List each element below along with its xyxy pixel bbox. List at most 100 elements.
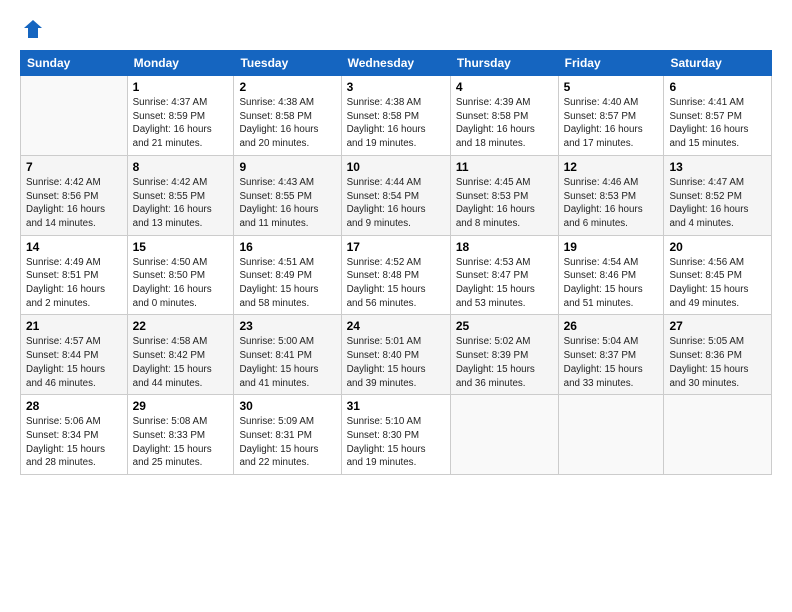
calendar-cell: 28 Sunrise: 5:06 AM Sunset: 8:34 PM Dayli… (21, 395, 128, 475)
calendar-cell: 19 Sunrise: 4:54 AM Sunset: 8:46 PM Dayli… (558, 235, 664, 315)
calendar-cell: 3 Sunrise: 4:38 AM Sunset: 8:58 PM Daylig… (341, 76, 450, 156)
calendar-week-row: 1 Sunrise: 4:37 AM Sunset: 8:59 PM Daylig… (21, 76, 772, 156)
calendar-cell (21, 76, 128, 156)
calendar-cell: 7 Sunrise: 4:42 AM Sunset: 8:56 PM Daylig… (21, 155, 128, 235)
day-number: 18 (456, 240, 553, 254)
calendar-cell: 23 Sunrise: 5:00 AM Sunset: 8:41 PM Dayli… (234, 315, 341, 395)
calendar-cell: 8 Sunrise: 4:42 AM Sunset: 8:55 PM Daylig… (127, 155, 234, 235)
day-number: 20 (669, 240, 766, 254)
cell-details: Sunrise: 4:54 AM Sunset: 8:46 PM Dayligh… (564, 256, 659, 311)
day-number: 15 (133, 240, 229, 254)
day-number: 6 (669, 80, 766, 94)
cell-details: Sunrise: 5:02 AM Sunset: 8:39 PM Dayligh… (456, 335, 553, 390)
cell-details: Sunrise: 5:09 AM Sunset: 8:31 PM Dayligh… (239, 415, 335, 470)
calendar-cell: 1 Sunrise: 4:37 AM Sunset: 8:59 PM Daylig… (127, 76, 234, 156)
day-number: 7 (26, 160, 122, 174)
day-header-friday: Friday (558, 51, 664, 76)
cell-details: Sunrise: 5:01 AM Sunset: 8:40 PM Dayligh… (347, 335, 445, 390)
calendar-cell: 26 Sunrise: 5:04 AM Sunset: 8:37 PM Dayli… (558, 315, 664, 395)
day-number: 4 (456, 80, 553, 94)
calendar-week-row: 21 Sunrise: 4:57 AM Sunset: 8:44 PM Dayli… (21, 315, 772, 395)
day-number: 26 (564, 319, 659, 333)
cell-details: Sunrise: 5:00 AM Sunset: 8:41 PM Dayligh… (239, 335, 335, 390)
day-header-sunday: Sunday (21, 51, 128, 76)
calendar-cell: 2 Sunrise: 4:38 AM Sunset: 8:58 PM Daylig… (234, 76, 341, 156)
calendar-cell: 11 Sunrise: 4:45 AM Sunset: 8:53 PM Dayli… (450, 155, 558, 235)
cell-details: Sunrise: 4:38 AM Sunset: 8:58 PM Dayligh… (347, 96, 445, 151)
cell-details: Sunrise: 4:58 AM Sunset: 8:42 PM Dayligh… (133, 335, 229, 390)
calendar-cell (558, 395, 664, 475)
day-header-monday: Monday (127, 51, 234, 76)
day-number: 5 (564, 80, 659, 94)
cell-details: Sunrise: 4:37 AM Sunset: 8:59 PM Dayligh… (133, 96, 229, 151)
calendar-week-row: 7 Sunrise: 4:42 AM Sunset: 8:56 PM Daylig… (21, 155, 772, 235)
day-number: 28 (26, 399, 122, 413)
cell-details: Sunrise: 4:40 AM Sunset: 8:57 PM Dayligh… (564, 96, 659, 151)
calendar-week-row: 28 Sunrise: 5:06 AM Sunset: 8:34 PM Dayli… (21, 395, 772, 475)
cell-details: Sunrise: 4:52 AM Sunset: 8:48 PM Dayligh… (347, 256, 445, 311)
day-number: 19 (564, 240, 659, 254)
calendar-cell: 6 Sunrise: 4:41 AM Sunset: 8:57 PM Daylig… (664, 76, 772, 156)
cell-details: Sunrise: 4:49 AM Sunset: 8:51 PM Dayligh… (26, 256, 122, 311)
cell-details: Sunrise: 5:06 AM Sunset: 8:34 PM Dayligh… (26, 415, 122, 470)
cell-details: Sunrise: 5:10 AM Sunset: 8:30 PM Dayligh… (347, 415, 445, 470)
day-number: 1 (133, 80, 229, 94)
day-header-thursday: Thursday (450, 51, 558, 76)
calendar-cell: 18 Sunrise: 4:53 AM Sunset: 8:47 PM Dayli… (450, 235, 558, 315)
calendar-cell: 12 Sunrise: 4:46 AM Sunset: 8:53 PM Dayli… (558, 155, 664, 235)
cell-details: Sunrise: 4:57 AM Sunset: 8:44 PM Dayligh… (26, 335, 122, 390)
day-number: 25 (456, 319, 553, 333)
calendar-cell: 25 Sunrise: 5:02 AM Sunset: 8:39 PM Dayli… (450, 315, 558, 395)
calendar-cell: 22 Sunrise: 4:58 AM Sunset: 8:42 PM Dayli… (127, 315, 234, 395)
cell-details: Sunrise: 4:42 AM Sunset: 8:56 PM Dayligh… (26, 176, 122, 231)
cell-details: Sunrise: 5:04 AM Sunset: 8:37 PM Dayligh… (564, 335, 659, 390)
cell-details: Sunrise: 4:38 AM Sunset: 8:58 PM Dayligh… (239, 96, 335, 151)
calendar-cell: 31 Sunrise: 5:10 AM Sunset: 8:30 PM Dayli… (341, 395, 450, 475)
calendar-cell: 30 Sunrise: 5:09 AM Sunset: 8:31 PM Dayli… (234, 395, 341, 475)
day-number: 30 (239, 399, 335, 413)
day-header-tuesday: Tuesday (234, 51, 341, 76)
day-number: 24 (347, 319, 445, 333)
day-number: 13 (669, 160, 766, 174)
cell-details: Sunrise: 4:51 AM Sunset: 8:49 PM Dayligh… (239, 256, 335, 311)
cell-details: Sunrise: 4:42 AM Sunset: 8:55 PM Dayligh… (133, 176, 229, 231)
day-number: 17 (347, 240, 445, 254)
day-number: 3 (347, 80, 445, 94)
cell-details: Sunrise: 4:43 AM Sunset: 8:55 PM Dayligh… (239, 176, 335, 231)
days-header-row: SundayMondayTuesdayWednesdayThursdayFrid… (21, 51, 772, 76)
cell-details: Sunrise: 4:53 AM Sunset: 8:47 PM Dayligh… (456, 256, 553, 311)
cell-details: Sunrise: 4:45 AM Sunset: 8:53 PM Dayligh… (456, 176, 553, 231)
calendar-week-row: 14 Sunrise: 4:49 AM Sunset: 8:51 PM Dayli… (21, 235, 772, 315)
day-header-wednesday: Wednesday (341, 51, 450, 76)
day-number: 11 (456, 160, 553, 174)
calendar-cell: 16 Sunrise: 4:51 AM Sunset: 8:49 PM Dayli… (234, 235, 341, 315)
day-number: 2 (239, 80, 335, 94)
page: SundayMondayTuesdayWednesdayThursdayFrid… (0, 0, 792, 485)
day-number: 9 (239, 160, 335, 174)
cell-details: Sunrise: 5:05 AM Sunset: 8:36 PM Dayligh… (669, 335, 766, 390)
cell-details: Sunrise: 5:08 AM Sunset: 8:33 PM Dayligh… (133, 415, 229, 470)
day-header-saturday: Saturday (664, 51, 772, 76)
cell-details: Sunrise: 4:41 AM Sunset: 8:57 PM Dayligh… (669, 96, 766, 151)
calendar-cell: 15Sunrise: 4:50 AM Sunset: 8:50 PM Dayli… (127, 235, 234, 315)
day-number: 22 (133, 319, 229, 333)
day-number: 8 (133, 160, 229, 174)
calendar-cell (664, 395, 772, 475)
day-number: 29 (133, 399, 229, 413)
day-number: 27 (669, 319, 766, 333)
calendar-cell: 13Sunrise: 4:47 AM Sunset: 8:52 PM Dayli… (664, 155, 772, 235)
cell-details: Sunrise: 4:56 AM Sunset: 8:45 PM Dayligh… (669, 256, 766, 311)
cell-details: Sunrise: 4:46 AM Sunset: 8:53 PM Dayligh… (564, 176, 659, 231)
day-number: 23 (239, 319, 335, 333)
day-number: 14 (26, 240, 122, 254)
day-number: 16 (239, 240, 335, 254)
calendar-table: SundayMondayTuesdayWednesdayThursdayFrid… (20, 50, 772, 475)
day-number: 12 (564, 160, 659, 174)
cell-details: Sunrise: 4:44 AM Sunset: 8:54 PM Dayligh… (347, 176, 445, 231)
day-number: 31 (347, 399, 445, 413)
day-number: 10 (347, 160, 445, 174)
header (20, 18, 772, 40)
day-number: 21 (26, 319, 122, 333)
cell-details: Sunrise: 4:39 AM Sunset: 8:58 PM Dayligh… (456, 96, 553, 151)
calendar-cell: 5 Sunrise: 4:40 AM Sunset: 8:57 PM Daylig… (558, 76, 664, 156)
